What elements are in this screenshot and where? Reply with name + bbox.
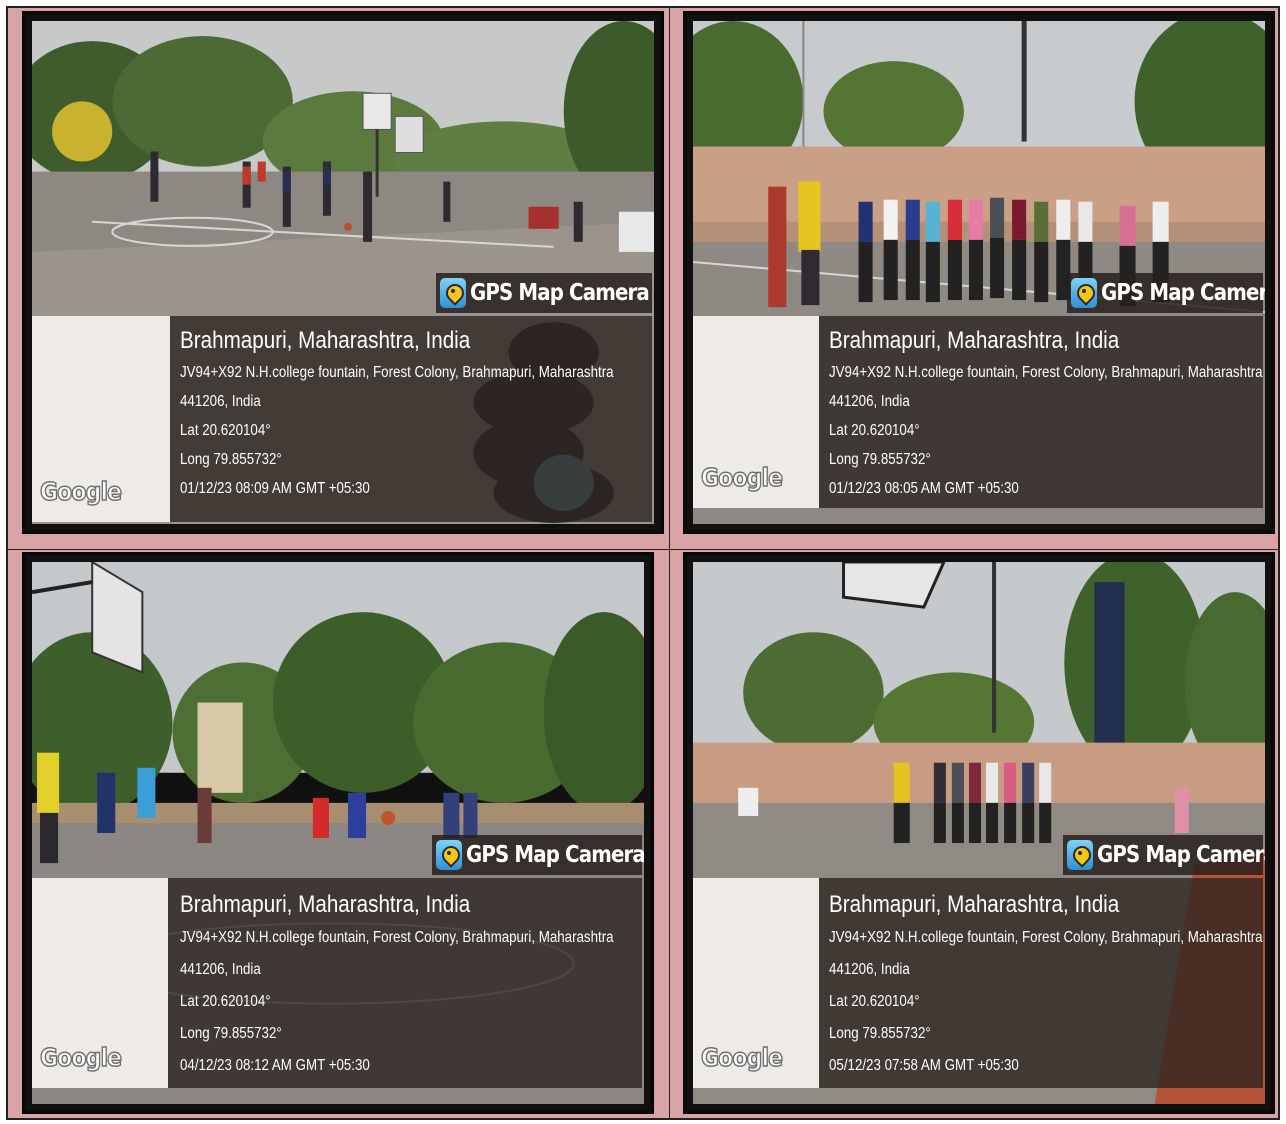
- map-thumbnail: Google: [693, 316, 819, 508]
- location-title: Brahmapuri, Maharashtra, India: [829, 327, 1120, 354]
- latitude: Lat 20.620104°: [829, 993, 920, 1010]
- google-logo: Google: [39, 1042, 122, 1073]
- photo-4: GPS Map Camera Google Brahmapuri, Mahara…: [693, 562, 1265, 1104]
- gps-badge-label: GPS Map Camera: [466, 842, 644, 868]
- address-line-1: JV94+X92 N.H.college fountain, Forest Co…: [829, 929, 1263, 946]
- longitude: Long 79.855732°: [829, 1025, 931, 1042]
- location-overlay: Google Brahmapuri, Maharashtra, India JV…: [693, 878, 1263, 1088]
- location-details: Brahmapuri, Maharashtra, India JV94+X92 …: [829, 324, 1265, 503]
- location-overlay: Google Brahmapuri, Maharashtra, India JV…: [32, 316, 652, 522]
- timestamp: 05/12/23 07:58 AM GMT +05:30: [829, 1057, 1019, 1074]
- gps-badge: GPS Map Camera: [432, 835, 644, 875]
- map-thumbnail: Google: [693, 878, 819, 1088]
- address-line-2: 441206, India: [180, 961, 261, 978]
- photo-card-4: GPS Map Camera Google Brahmapuri, Mahara…: [684, 553, 1274, 1113]
- grid-divider-horizontal: [8, 549, 1278, 550]
- gps-badge-label: GPS Map Camera: [470, 280, 650, 306]
- gps-map-camera-icon: [1067, 840, 1093, 870]
- map-thumbnail: Google: [32, 878, 168, 1088]
- location-details: Brahmapuri, Maharashtra, India JV94+X92 …: [180, 324, 654, 503]
- location-overlay: Google Brahmapuri, Maharashtra, India JV…: [32, 878, 642, 1088]
- timestamp: 01/12/23 08:09 AM GMT +05:30: [180, 480, 370, 497]
- gps-badge-label: GPS Map Camera: [1097, 842, 1265, 868]
- longitude: Long 79.855732°: [829, 451, 931, 468]
- location-overlay: Google Brahmapuri, Maharashtra, India JV…: [693, 316, 1263, 508]
- address-line-2: 441206, India: [180, 393, 261, 410]
- photo-3: GPS Map Camera Google Brahmapuri, Mahara…: [32, 562, 644, 1104]
- photo-card-3: GPS Map Camera Google Brahmapuri, Mahara…: [23, 553, 653, 1113]
- gps-badge: GPS Map Camera: [1063, 835, 1265, 875]
- photo-2: GPS Map Camera Google Brahmapuri, Mahara…: [693, 21, 1265, 524]
- gps-map-camera-icon: [440, 278, 466, 308]
- location-title: Brahmapuri, Maharashtra, India: [180, 327, 471, 354]
- gps-badge-label: GPS Map Camera: [1101, 280, 1265, 306]
- timestamp: 04/12/23 08:12 AM GMT +05:30: [180, 1057, 370, 1074]
- photo-1: GPS Map Camera Google Brahmapuri, Mahara…: [32, 21, 654, 524]
- latitude: Lat 20.620104°: [829, 422, 920, 439]
- photo-grid: GPS Map Camera Google Brahmapuri, Mahara…: [6, 6, 1280, 1120]
- address-line-2: 441206, India: [829, 961, 910, 978]
- google-logo: Google: [700, 1042, 783, 1073]
- address-line-1: JV94+X92 N.H.college fountain, Forest Co…: [180, 929, 614, 946]
- address-line-1: JV94+X92 N.H.college fountain, Forest Co…: [829, 364, 1263, 381]
- location-details: Brahmapuri, Maharashtra, India JV94+X92 …: [180, 888, 644, 1082]
- gps-badge: GPS Map Camera: [1067, 273, 1265, 313]
- location-details: Brahmapuri, Maharashtra, India JV94+X92 …: [829, 888, 1265, 1082]
- timestamp: 01/12/23 08:05 AM GMT +05:30: [829, 480, 1019, 497]
- address-line-1: JV94+X92 N.H.college fountain, Forest Co…: [180, 364, 614, 381]
- photo-card-1: GPS Map Camera Google Brahmapuri, Mahara…: [23, 12, 663, 533]
- location-title: Brahmapuri, Maharashtra, India: [180, 891, 471, 918]
- photo-card-2: GPS Map Camera Google Brahmapuri, Mahara…: [684, 12, 1274, 533]
- google-logo: Google: [700, 462, 783, 493]
- longitude: Long 79.855732°: [180, 1025, 282, 1042]
- gps-badge: GPS Map Camera: [436, 273, 652, 313]
- gps-map-camera-icon: [436, 840, 462, 870]
- gps-map-camera-icon: [1071, 278, 1097, 308]
- google-logo: Google: [39, 476, 122, 507]
- map-thumbnail: Google: [32, 316, 170, 522]
- address-line-2: 441206, India: [829, 393, 910, 410]
- latitude: Lat 20.620104°: [180, 422, 271, 439]
- latitude: Lat 20.620104°: [180, 993, 271, 1010]
- longitude: Long 79.855732°: [180, 451, 282, 468]
- grid-divider-vertical: [669, 8, 670, 1118]
- location-title: Brahmapuri, Maharashtra, India: [829, 891, 1120, 918]
